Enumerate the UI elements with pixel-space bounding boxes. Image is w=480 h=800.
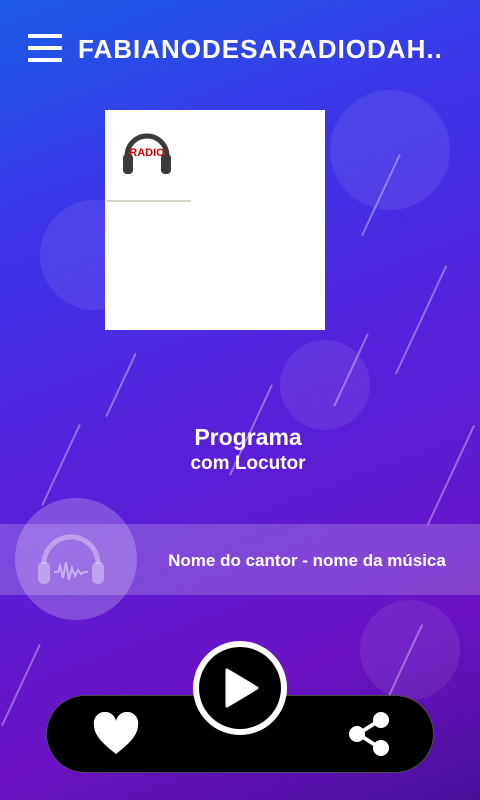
cover-divider — [107, 200, 191, 202]
light-streak — [105, 352, 137, 418]
program-name: Programa — [194, 424, 302, 450]
heart-icon[interactable] — [92, 712, 140, 756]
play-button[interactable] — [193, 641, 287, 735]
share-icon[interactable] — [346, 710, 392, 758]
album-cover: RADIO — [105, 110, 325, 330]
bokeh-light — [330, 90, 450, 210]
headphones-icon: RADIO — [123, 133, 171, 174]
program-info: Programa com Locutor — [0, 424, 480, 475]
program-host: com Locutor — [190, 453, 306, 474]
station-title: FABIANODESARADIODAH.. — [78, 34, 443, 64]
headphones-soundwave-icon — [38, 534, 104, 584]
light-streak — [1, 643, 41, 727]
hamburger-menu-icon[interactable] — [28, 34, 62, 62]
now-playing-text: Nome do cantor - nome da música — [168, 551, 446, 570]
light-streak — [394, 265, 448, 375]
app-header: FABIANODESARADIODAH.. — [0, 0, 480, 100]
play-button-inner — [199, 647, 281, 729]
play-icon — [225, 668, 259, 708]
radio-logo-text: RADIO — [129, 147, 165, 159]
